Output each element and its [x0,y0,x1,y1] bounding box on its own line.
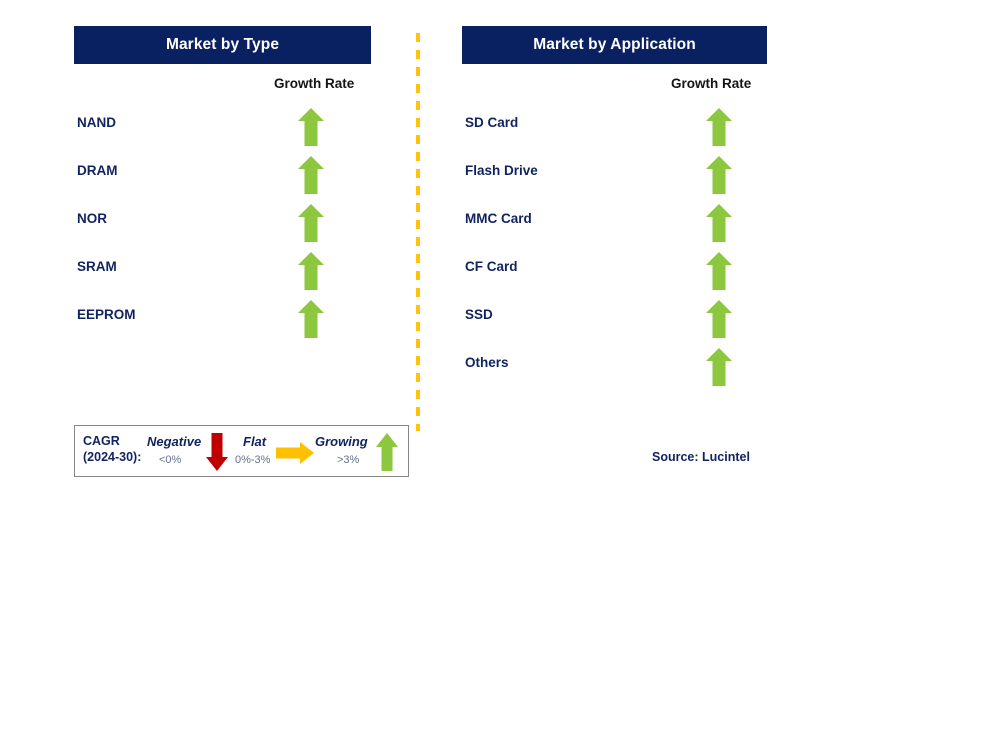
growth-indicator-cell [699,252,739,296]
table-row: SRAM [74,252,371,300]
legend-title: CAGR (2024-30): [83,433,141,465]
growth-indicator-cell [291,204,331,248]
row-label: CF Card [465,259,518,274]
growth-indicator-cell [291,156,331,200]
table-row: MMC Card [462,204,767,252]
row-label: DRAM [77,163,118,178]
column-header-growth-rate-right: Growth Rate [671,76,752,91]
arrow-up-green-icon [298,204,324,242]
arrow-up-green-icon [298,252,324,290]
arrow-up-green-icon [706,156,732,194]
growth-indicator-cell [699,204,739,248]
table-row: DRAM [74,156,371,204]
arrow-up-green-icon [298,300,324,338]
row-label: NAND [77,115,116,130]
column-header-growth-rate-left: Growth Rate [274,76,355,91]
arrow-up-green-icon [706,300,732,338]
table-row: SSD [462,300,767,348]
arrow-down-red-icon [206,433,228,471]
table-row: Flash Drive [462,156,767,204]
legend-range: 0%-3% [235,454,271,466]
row-label: SSD [465,307,493,322]
table-row: CF Card [462,252,767,300]
row-label: Others [465,355,509,370]
rows-market-by-application: SD Card Flash Drive MMC Card CF Card SSD… [462,108,767,396]
row-label: Flash Drive [465,163,538,178]
row-label: MMC Card [465,211,532,226]
cagr-legend: CAGR (2024-30): Negative <0% Flat 0%-3% … [74,425,409,477]
legend-range: <0% [159,454,182,466]
panel-title-market-by-application: Market by Application [462,26,767,64]
arrow-right-amber-icon [276,442,314,464]
legend-title-line2: (2024-30): [83,450,142,464]
growth-indicator-cell [699,108,739,152]
arrow-up-green-icon [706,252,732,290]
legend-title-line1: CAGR [83,434,120,448]
table-row: NOR [74,204,371,252]
source-attribution: Source: Lucintel [652,450,750,464]
table-row: NAND [74,108,371,156]
arrow-up-green-icon [706,204,732,242]
arrow-up-green-icon [298,156,324,194]
row-label: EEPROM [77,307,136,322]
row-label: NOR [77,211,107,226]
row-label: SD Card [465,115,519,130]
table-row: SD Card [462,108,767,156]
growth-indicator-cell [291,252,331,296]
growth-indicator-cell [699,348,739,392]
legend-label: Growing [315,434,368,449]
legend-range: >3% [337,454,360,466]
table-row: EEPROM [74,300,371,348]
vertical-dashed-divider [416,33,420,431]
growth-indicator-cell [699,156,739,200]
row-label: SRAM [77,259,117,274]
growth-indicator-cell [291,300,331,344]
panel-title-market-by-type: Market by Type [74,26,371,64]
rows-market-by-type: NAND DRAM NOR SRAM EEPROM [74,108,371,348]
legend-label: Flat [243,434,267,449]
table-row: Others [462,348,767,396]
arrow-up-green-icon [298,108,324,146]
arrow-up-green-icon [706,108,732,146]
growth-indicator-cell [291,108,331,152]
arrow-up-green-icon [706,348,732,386]
arrow-up-green-icon [376,433,398,471]
legend-label: Negative [147,434,202,449]
growth-indicator-cell [699,300,739,344]
